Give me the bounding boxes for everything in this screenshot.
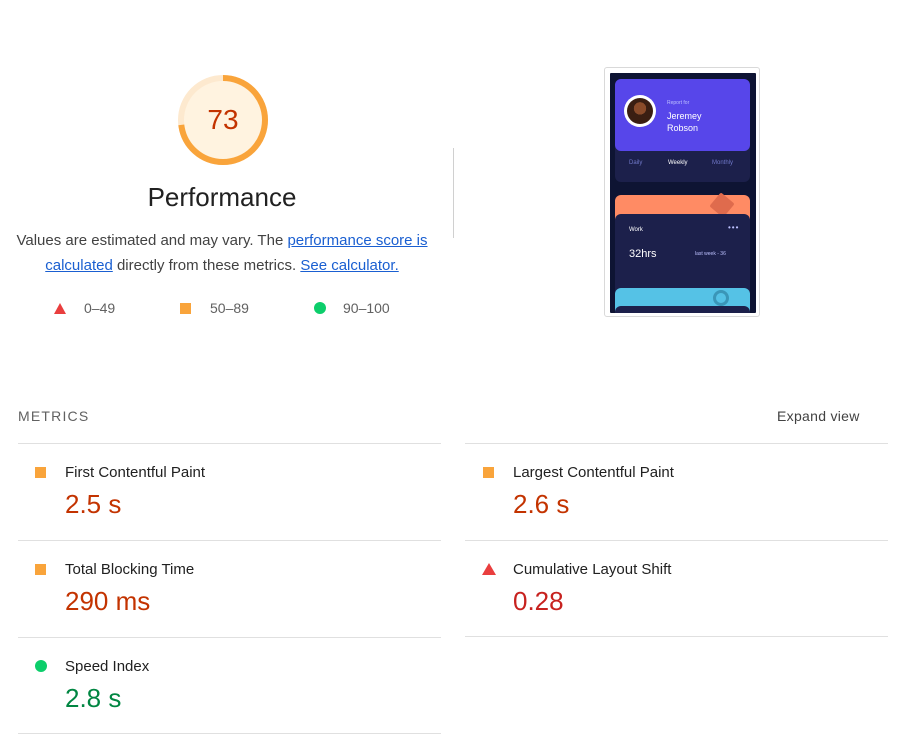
gamepad-icon bbox=[713, 290, 729, 306]
metric-value: 0.28 bbox=[513, 586, 564, 616]
report-for-label: Report for bbox=[667, 100, 690, 106]
metric-value: 2.8 s bbox=[65, 683, 122, 713]
work-last-week: last week - 36 bbox=[695, 251, 726, 257]
tab-daily: Daily bbox=[629, 160, 643, 166]
work-label: Work bbox=[629, 227, 643, 233]
metric-first-contentful-paint: First Contentful Paint 2.5 s bbox=[17, 444, 440, 540]
metric-label: Total Blocking Time bbox=[65, 561, 195, 578]
legend-range: 90–100 bbox=[343, 300, 390, 316]
triangle-icon bbox=[54, 302, 66, 314]
circle-icon bbox=[35, 660, 47, 672]
tab-weekly: Weekly bbox=[668, 160, 688, 166]
score-description: Values are estimated and may vary. The p… bbox=[10, 228, 434, 278]
legend-average: 50–89 bbox=[180, 299, 249, 317]
legend-pass: 90–100 bbox=[314, 299, 390, 317]
ellipsis-icon: ••• bbox=[728, 223, 740, 232]
divider bbox=[453, 148, 454, 238]
user-name-line2: Robson bbox=[667, 123, 699, 133]
metric-label: Cumulative Layout Shift bbox=[513, 561, 672, 578]
avatar-photo bbox=[627, 98, 653, 124]
metrics-heading: METRICS bbox=[18, 408, 90, 424]
triangle-icon bbox=[482, 563, 496, 575]
description-text: Values are estimated and may vary. The bbox=[16, 232, 288, 249]
divider bbox=[465, 636, 888, 637]
metric-label: Speed Index bbox=[65, 658, 150, 675]
metric-label: Largest Contentful Paint bbox=[513, 464, 674, 481]
screenshot-image: Report for Jeremey Robson Daily Weekly M… bbox=[610, 73, 756, 313]
metric-label: First Contentful Paint bbox=[65, 464, 206, 481]
description-text-2: directly from these metrics. bbox=[112, 257, 301, 274]
divider bbox=[18, 733, 441, 734]
square-icon bbox=[180, 302, 191, 314]
score-value: 73 bbox=[207, 104, 239, 135]
metric-value: 2.5 s bbox=[65, 489, 122, 519]
metric-total-blocking-time: Total Blocking Time 290 ms bbox=[17, 541, 440, 637]
square-icon bbox=[35, 467, 46, 478]
user-name-line1: Jeremey bbox=[667, 111, 702, 121]
expand-view-button[interactable]: Expand view bbox=[777, 408, 860, 424]
category-title: Performance bbox=[147, 182, 297, 212]
square-icon bbox=[35, 564, 46, 575]
metric-value: 290 ms bbox=[65, 586, 151, 616]
square-icon bbox=[483, 467, 494, 478]
play-card-body bbox=[615, 306, 750, 313]
metric-cumulative-layout-shift: Cumulative Layout Shift 0.28 bbox=[465, 541, 888, 637]
tab-monthly: Monthly bbox=[712, 160, 734, 166]
user-name: Jeremey Robson bbox=[667, 110, 702, 134]
legend-range: 50–89 bbox=[210, 300, 249, 316]
legend-range: 0–49 bbox=[84, 300, 116, 316]
metric-value: 2.6 s bbox=[513, 489, 570, 519]
metric-speed-index: Speed Index 2.8 s bbox=[17, 638, 440, 734]
metric-largest-contentful-paint: Largest Contentful Paint 2.6 s bbox=[465, 444, 888, 540]
see-calculator-link[interactable]: See calculator. bbox=[300, 257, 398, 274]
legend-fail: 0–49 bbox=[54, 299, 115, 317]
work-hours: 32hrs bbox=[629, 248, 657, 260]
circle-icon bbox=[314, 302, 326, 314]
